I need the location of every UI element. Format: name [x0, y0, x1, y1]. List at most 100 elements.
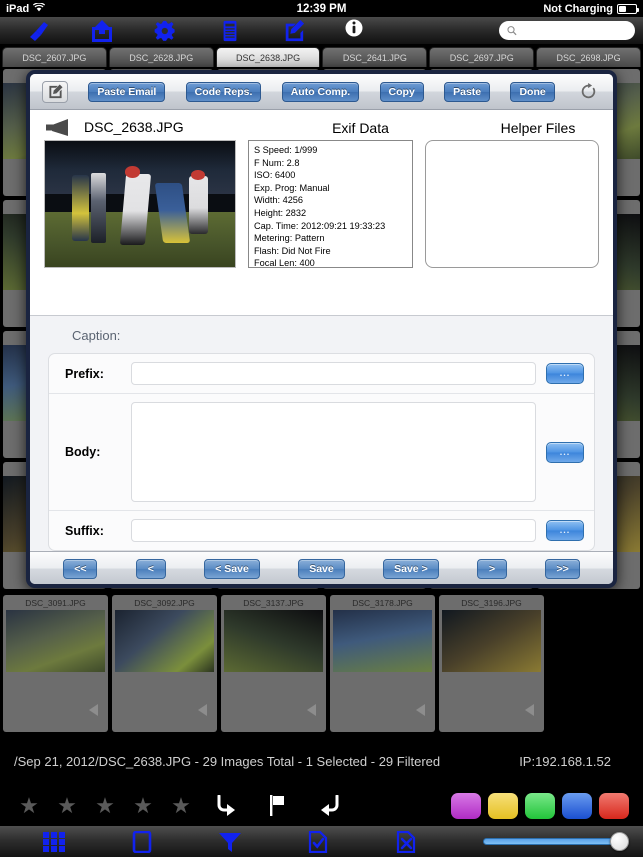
tag-green[interactable] — [525, 793, 555, 819]
exif-line: Exp. Prog: Manual — [254, 182, 330, 193]
star-5[interactable]: ★ — [162, 795, 200, 817]
prefix-input[interactable] — [131, 362, 536, 385]
select-document-icon[interactable] — [274, 830, 362, 853]
file-tab-row: DSC_2607.JPG DSC_2628.JPG DSC_2638.JPG D… — [0, 45, 643, 67]
helper-files-box[interactable] — [425, 140, 599, 268]
thumbnail-label: DSC_3196.JPG — [461, 598, 522, 608]
tab-dsc-2641[interactable]: DSC_2641.JPG — [322, 47, 428, 67]
exif-line: Height: 2832 — [254, 207, 307, 218]
prefix-label: Prefix: — [65, 366, 104, 381]
code-reps-button[interactable]: Code Reps. — [185, 81, 262, 102]
search-field[interactable] — [499, 21, 635, 40]
path-status-text: /Sep 21, 2012/DSC_2638.JPG - 29 Images T… — [14, 753, 441, 769]
thumbnail-dsc-3091[interactable]: DSC_3091.JPG — [3, 595, 108, 732]
thumbnail-label: DSC_3091.JPG — [25, 598, 86, 608]
previous-button[interactable]: < — [135, 558, 166, 579]
battery-icon — [617, 3, 639, 14]
thumbnail-dsc-3178[interactable]: DSC_3178.JPG — [330, 595, 435, 732]
body-label: Body: — [65, 445, 101, 459]
body-more-button[interactable]: ... — [546, 441, 584, 463]
done-button[interactable]: Done — [510, 81, 555, 102]
share-icon[interactable] — [70, 19, 134, 42]
save-next-button[interactable]: Save > — [383, 558, 439, 579]
tab-dsc-2607[interactable]: DSC_2607.JPG — [2, 47, 107, 67]
color-tag-group — [451, 793, 633, 819]
gear-icon[interactable] — [134, 20, 198, 42]
search-input[interactable] — [521, 25, 627, 36]
star-1[interactable]: ★ — [10, 795, 48, 817]
speaker-icon — [89, 704, 98, 716]
tag-yellow[interactable] — [488, 793, 518, 819]
next-button[interactable]: > — [477, 558, 508, 579]
rating-and-tag-bar: ★ ★ ★ ★ ★ — [0, 787, 643, 825]
star-2[interactable]: ★ — [48, 795, 86, 817]
suffix-more-label: ... — [559, 525, 571, 535]
exif-line: Focal Len: 400 — [254, 258, 315, 268]
thumbnail-dsc-3137[interactable]: DSC_3137.JPG — [221, 595, 326, 732]
preview-photo[interactable] — [44, 140, 236, 268]
tab-dsc-2628[interactable]: DSC_2628.JPG — [108, 47, 214, 67]
status-bar-left: iPad — [6, 1, 46, 15]
speaker-icon — [198, 704, 207, 716]
filter-icon[interactable] — [186, 831, 274, 853]
paste-button[interactable]: Paste — [444, 81, 491, 102]
zoom-slider-knob[interactable] — [610, 831, 629, 851]
prefix-more-label: ... — [559, 368, 571, 378]
thumbnail-image — [442, 610, 541, 672]
grid-view-icon[interactable] — [10, 831, 98, 853]
exif-line: S Speed: 1/999 — [254, 145, 318, 155]
exif-data-box: S Speed: 1/999 F Num: 2.8 ISO: 6400 Exp.… — [248, 140, 413, 268]
search-icon — [507, 26, 517, 36]
exif-line: Width: 4256 — [254, 195, 304, 206]
tag-purple[interactable] — [451, 793, 481, 819]
save-button[interactable]: Save — [298, 558, 345, 579]
body-input[interactable] — [131, 402, 536, 502]
zoom-slider[interactable] — [483, 831, 633, 852]
speaker-icon — [525, 704, 534, 716]
thumbnail-label: DSC_3092.JPG — [134, 598, 195, 608]
suffix-input[interactable] — [131, 519, 536, 542]
compose-icon[interactable] — [42, 80, 68, 103]
undo-icon[interactable] — [304, 794, 356, 817]
body-row: Body: ... — [49, 393, 594, 510]
redo-icon[interactable] — [200, 794, 252, 817]
save-previous-button[interactable]: < Save — [204, 558, 260, 579]
compose-icon[interactable] — [262, 19, 326, 42]
flag-icon[interactable] — [252, 795, 304, 817]
thumbnail-label: DSC_3137.JPG — [243, 598, 304, 608]
info-icon[interactable] — [326, 19, 382, 42]
tab-dsc-2697[interactable]: DSC_2697.JPG — [429, 47, 535, 67]
preview-header: DSC_2638.JPG — [30, 110, 613, 140]
tab-dsc-2638[interactable]: DSC_2638.JPG — [215, 47, 321, 67]
star-4[interactable]: ★ — [124, 795, 162, 817]
suffix-more-button[interactable]: ... — [546, 520, 584, 541]
deselect-document-icon[interactable] — [362, 830, 450, 853]
preview-filename: DSC_2638.JPG — [84, 119, 184, 135]
auto-comp-button[interactable]: Auto Comp. — [281, 81, 360, 102]
first-button[interactable]: << — [63, 558, 98, 579]
thumbnail-image — [115, 610, 214, 672]
caption-section-label: Caption: — [72, 328, 121, 343]
tag-blue[interactable] — [562, 793, 592, 819]
thumbnail-dsc-3092[interactable]: DSC_3092.JPG — [112, 595, 217, 732]
tab-dsc-2698[interactable]: DSC_2698.JPG — [536, 47, 641, 67]
thumbnail-dsc-3196[interactable]: DSC_3196.JPG — [439, 595, 544, 732]
caption-section: Caption: Prefix: ... Body: ... Suffix: .… — [30, 316, 613, 551]
exif-line: ISO: 6400 — [254, 170, 296, 181]
speaker-icon[interactable] — [44, 118, 70, 136]
last-button[interactable]: >> — [545, 558, 580, 579]
server-icon[interactable] — [198, 20, 262, 42]
prefix-row: Prefix: ... — [49, 354, 594, 393]
ios-status-bar: iPad 12:39 PM Not Charging — [0, 0, 643, 17]
brush-icon[interactable] — [6, 20, 70, 42]
exif-line: Flash: Did Not Fire — [254, 245, 331, 256]
star-3[interactable]: ★ — [86, 795, 124, 817]
tag-red[interactable] — [599, 793, 629, 819]
single-view-icon[interactable] — [98, 830, 186, 853]
copy-button[interactable]: Copy — [379, 81, 424, 102]
thumbnail-image — [6, 610, 105, 672]
prefix-more-button[interactable]: ... — [546, 363, 584, 384]
paste-email-button[interactable]: Paste Email — [88, 81, 166, 102]
modal-preview-area: Exif Data Helper Files DSC_2638.JPG S Sp… — [30, 110, 613, 316]
refresh-icon[interactable] — [575, 81, 601, 103]
